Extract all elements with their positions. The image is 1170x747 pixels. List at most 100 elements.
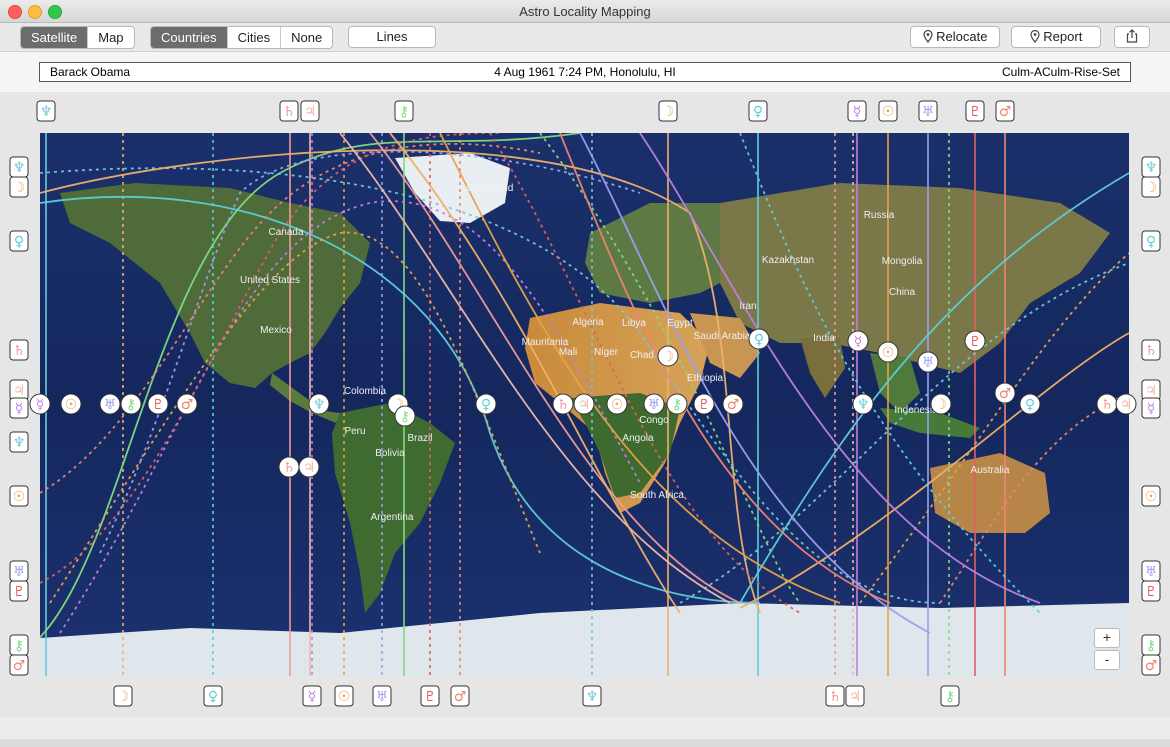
svg-text:⚷: ⚷ bbox=[672, 397, 682, 413]
birth-info: 4 Aug 1961 7:24 PM, Honolulu, HI bbox=[494, 65, 676, 79]
mars-icon[interactable]: ♂ bbox=[722, 393, 744, 415]
mercury-icon[interactable]: ☿ bbox=[847, 330, 869, 352]
moon-icon[interactable]: ☽ bbox=[658, 100, 678, 122]
chiron-icon[interactable]: ⚷ bbox=[394, 100, 414, 122]
jupiter-icon[interactable]: ♃ bbox=[298, 456, 320, 478]
mercury-icon[interactable]: ☿ bbox=[1141, 397, 1161, 419]
neptune-icon[interactable]: ♆ bbox=[852, 393, 874, 415]
uranus-icon[interactable]: ♅ bbox=[99, 393, 121, 415]
mercury-icon[interactable]: ☿ bbox=[302, 685, 322, 707]
neptune-icon[interactable]: ♆ bbox=[1141, 156, 1161, 178]
pluto-icon[interactable]: ♇ bbox=[420, 685, 440, 707]
jupiter-icon[interactable]: ♃ bbox=[300, 100, 320, 122]
share-button[interactable] bbox=[1114, 26, 1150, 48]
uranus-icon[interactable]: ♅ bbox=[9, 560, 29, 582]
pluto-icon[interactable]: ♇ bbox=[693, 393, 715, 415]
pluto-icon[interactable]: ♇ bbox=[965, 100, 985, 122]
svg-text:♄: ♄ bbox=[1101, 397, 1114, 413]
labels-countries-button[interactable]: Countries bbox=[151, 27, 228, 48]
svg-text:☽: ☽ bbox=[1145, 180, 1158, 196]
svg-text:♄: ♄ bbox=[283, 460, 296, 476]
svg-text:♃: ♃ bbox=[303, 460, 316, 476]
venus-icon[interactable]: ♀ bbox=[9, 230, 29, 252]
chiron-icon[interactable]: ⚷ bbox=[394, 405, 416, 427]
svg-text:☿: ☿ bbox=[853, 104, 862, 120]
saturn-icon[interactable]: ♄ bbox=[552, 393, 574, 415]
svg-text:♀: ♀ bbox=[208, 689, 218, 705]
sun-icon[interactable]: ☉ bbox=[1141, 485, 1161, 507]
jupiter-icon[interactable]: ♃ bbox=[845, 685, 865, 707]
chiron-icon[interactable]: ⚷ bbox=[120, 393, 142, 415]
saturn-icon[interactable]: ♄ bbox=[1096, 393, 1118, 415]
moon-icon[interactable]: ☽ bbox=[1141, 176, 1161, 198]
zoom-out-button[interactable]: - bbox=[1094, 650, 1120, 670]
venus-icon[interactable]: ♀ bbox=[748, 100, 768, 122]
jupiter-icon[interactable]: ♃ bbox=[1141, 379, 1161, 401]
relocate-button[interactable]: Relocate bbox=[910, 26, 1000, 48]
svg-text:♇: ♇ bbox=[424, 689, 437, 705]
sun-icon[interactable]: ☉ bbox=[878, 100, 898, 122]
mercury-icon[interactable]: ☿ bbox=[9, 397, 29, 419]
svg-text:♄: ♄ bbox=[283, 104, 296, 120]
lines-button[interactable]: Lines bbox=[348, 26, 436, 48]
mars-icon[interactable]: ♂ bbox=[1141, 654, 1161, 676]
venus-icon[interactable]: ♀ bbox=[475, 393, 497, 415]
zoom-in-button[interactable]: + bbox=[1094, 628, 1120, 648]
uranus-icon[interactable]: ♅ bbox=[372, 685, 392, 707]
svg-text:☉: ☉ bbox=[13, 489, 26, 505]
moon-icon[interactable]: ☽ bbox=[930, 393, 952, 415]
svg-text:♃: ♃ bbox=[849, 689, 862, 705]
jupiter-icon[interactable]: ♃ bbox=[9, 379, 29, 401]
mars-icon[interactable]: ♂ bbox=[995, 100, 1015, 122]
svg-text:⚷: ⚷ bbox=[126, 397, 136, 413]
chiron-icon[interactable]: ⚷ bbox=[940, 685, 960, 707]
chiron-icon[interactable]: ⚷ bbox=[9, 634, 29, 656]
report-button[interactable]: Report bbox=[1011, 26, 1101, 48]
venus-icon[interactable]: ♀ bbox=[748, 328, 770, 350]
pluto-icon[interactable]: ♇ bbox=[147, 393, 169, 415]
mercury-icon[interactable]: ☿ bbox=[29, 393, 51, 415]
view-satellite-button[interactable]: Satellite bbox=[21, 27, 89, 48]
pluto-icon[interactable]: ♇ bbox=[964, 330, 986, 352]
chiron-icon[interactable]: ⚷ bbox=[1141, 634, 1161, 656]
uranus-icon[interactable]: ♅ bbox=[918, 100, 938, 122]
venus-icon[interactable]: ♀ bbox=[203, 685, 223, 707]
saturn-icon[interactable]: ♄ bbox=[825, 685, 845, 707]
jupiter-icon[interactable]: ♃ bbox=[1115, 393, 1137, 415]
moon-icon[interactable]: ☽ bbox=[9, 176, 29, 198]
saturn-icon[interactable]: ♄ bbox=[279, 100, 299, 122]
sun-icon[interactable]: ☉ bbox=[606, 393, 628, 415]
neptune-icon[interactable]: ♆ bbox=[9, 156, 29, 178]
view-mode-segmented-control: Satellite Map bbox=[20, 26, 135, 49]
neptune-icon[interactable]: ♆ bbox=[36, 100, 56, 122]
mercury-icon[interactable]: ☿ bbox=[847, 100, 867, 122]
moon-icon[interactable]: ☽ bbox=[113, 685, 133, 707]
neptune-icon[interactable]: ♆ bbox=[582, 685, 602, 707]
saturn-icon[interactable]: ♄ bbox=[278, 456, 300, 478]
mars-icon[interactable]: ♂ bbox=[9, 654, 29, 676]
saturn-icon[interactable]: ♄ bbox=[1141, 339, 1161, 361]
pluto-icon[interactable]: ♇ bbox=[9, 580, 29, 602]
uranus-icon[interactable]: ♅ bbox=[917, 351, 939, 373]
sun-icon[interactable]: ☉ bbox=[877, 341, 899, 363]
venus-icon[interactable]: ♀ bbox=[1141, 230, 1161, 252]
mars-icon[interactable]: ♂ bbox=[176, 393, 198, 415]
view-map-button[interactable]: Map bbox=[88, 27, 133, 48]
moon-icon[interactable]: ☽ bbox=[657, 345, 679, 367]
jupiter-icon[interactable]: ♃ bbox=[573, 393, 595, 415]
sun-icon[interactable]: ☉ bbox=[9, 485, 29, 507]
chiron-icon[interactable]: ⚷ bbox=[666, 393, 688, 415]
labels-cities-button[interactable]: Cities bbox=[228, 27, 282, 48]
sun-icon[interactable]: ☉ bbox=[334, 685, 354, 707]
pluto-icon[interactable]: ♇ bbox=[1141, 580, 1161, 602]
mars-icon[interactable]: ♂ bbox=[450, 685, 470, 707]
saturn-icon[interactable]: ♄ bbox=[9, 339, 29, 361]
mars-icon[interactable]: ♂ bbox=[994, 382, 1016, 404]
neptune-icon[interactable]: ♆ bbox=[9, 431, 29, 453]
sun-icon[interactable]: ☉ bbox=[60, 393, 82, 415]
venus-icon[interactable]: ♀ bbox=[1019, 393, 1041, 415]
labels-none-button[interactable]: None bbox=[281, 27, 332, 48]
uranus-icon[interactable]: ♅ bbox=[643, 393, 665, 415]
uranus-icon[interactable]: ♅ bbox=[1141, 560, 1161, 582]
neptune-icon[interactable]: ♆ bbox=[308, 393, 330, 415]
